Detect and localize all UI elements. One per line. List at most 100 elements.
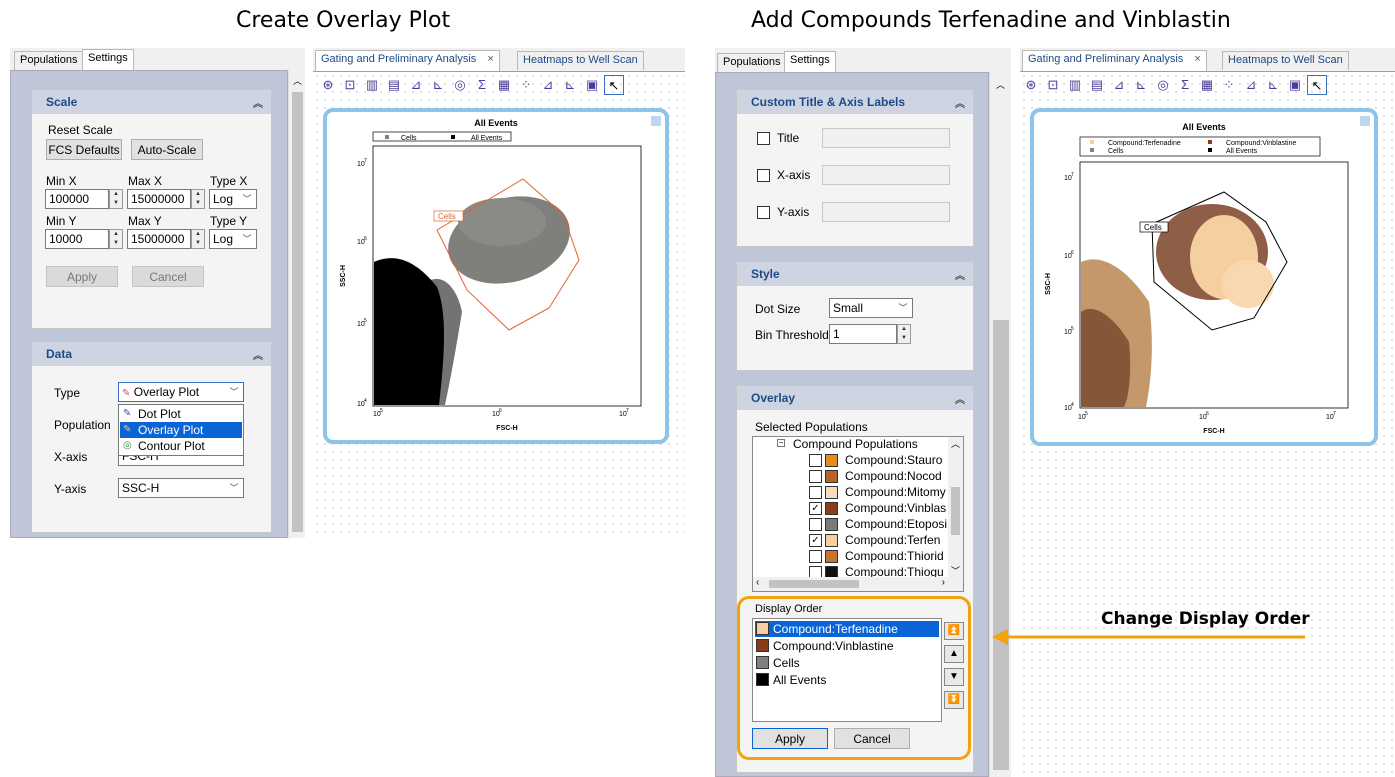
y-axis-checkbox[interactable]: [757, 206, 770, 219]
pointer-icon[interactable]: ↖: [604, 75, 624, 95]
multi-plot-icon[interactable]: ⊾: [1263, 75, 1283, 95]
tab-populations[interactable]: Populations: [14, 51, 84, 70]
bin-threshold-input[interactable]: 1: [829, 324, 897, 344]
scatter-plot-icon[interactable]: ⊿: [1109, 75, 1129, 95]
min-y-input[interactable]: 10000: [45, 229, 109, 249]
tree-item-checkbox[interactable]: ✓: [809, 534, 822, 547]
tab-gating-analysis[interactable]: Gating and Preliminary Analysis ×: [315, 50, 500, 71]
populations-icon[interactable]: ⊛: [1021, 75, 1041, 95]
close-icon[interactable]: ×: [487, 53, 493, 65]
histogram-icon[interactable]: ▥: [362, 75, 382, 95]
tab-heatmaps[interactable]: Heatmaps to Well Scan: [517, 51, 644, 70]
auto-scale-button[interactable]: Auto-Scale: [131, 139, 203, 160]
collapse-icon[interactable]: ︽: [253, 347, 263, 362]
scroll-up-icon[interactable]: ︿: [951, 437, 960, 450]
x-axis-input[interactable]: [822, 165, 950, 185]
sum-icon[interactable]: Σ: [1175, 75, 1195, 95]
close-icon[interactable]: ×: [1194, 53, 1200, 65]
title-input[interactable]: [822, 128, 950, 148]
table-icon[interactable]: ▣: [1285, 75, 1305, 95]
dot-size-select[interactable]: Small ﹀: [829, 298, 913, 318]
tree-item[interactable]: ✓ Compound:Terfen: [809, 533, 949, 549]
min-x-input[interactable]: 100000: [45, 189, 109, 209]
overlay-icon[interactable]: ⊿: [1241, 75, 1261, 95]
max-x-input[interactable]: 15000000: [127, 189, 191, 209]
gate-icon[interactable]: ⊡: [1043, 75, 1063, 95]
left-panel-scrollbar[interactable]: ︿: [288, 70, 305, 538]
tree-item-checkbox[interactable]: [809, 486, 822, 499]
overlay-header[interactable]: Overlay ︽: [737, 386, 973, 410]
tree-item[interactable]: Compound:Etoposi: [809, 517, 949, 533]
scale-apply-button[interactable]: Apply: [46, 266, 118, 287]
type-y-select[interactable]: Log ﹀: [209, 229, 257, 249]
tree-item-checkbox[interactable]: [809, 454, 822, 467]
scroll-left-icon[interactable]: ‹: [756, 577, 759, 588]
selected-populations-tree[interactable]: − Compound Populations Compound:Stauro Co…: [752, 436, 964, 592]
cluster-icon[interactable]: ⁘: [1219, 75, 1239, 95]
y-axis-input[interactable]: [822, 202, 950, 222]
heatmap-icon[interactable]: ▦: [1197, 75, 1217, 95]
sum-icon[interactable]: Σ: [472, 75, 492, 95]
scroll-down-icon[interactable]: ﹀: [951, 564, 960, 577]
pointer-icon[interactable]: ↖: [1307, 75, 1327, 95]
scroll-thumb[interactable]: [292, 92, 303, 532]
scroll-up-icon[interactable]: ︿: [293, 74, 302, 87]
dot-plot-icon[interactable]: ⊾: [1131, 75, 1151, 95]
tab-populations[interactable]: Populations: [717, 53, 787, 72]
min-x-spinner[interactable]: ▲ ▼: [109, 189, 123, 209]
custom-title-header[interactable]: Custom Title & Axis Labels ︽: [737, 90, 973, 114]
scroll-thumb[interactable]: [993, 320, 1009, 770]
contour-plot-icon[interactable]: ◎: [450, 75, 470, 95]
tab-settings[interactable]: Settings: [784, 51, 836, 72]
tree-item[interactable]: Compound:Nocod: [809, 469, 949, 485]
overlay-icon[interactable]: ⊿: [538, 75, 558, 95]
tree-hscroll-thumb[interactable]: [769, 580, 859, 588]
scroll-right-icon[interactable]: ›: [942, 577, 945, 588]
scroll-up-icon[interactable]: ︿: [996, 78, 1005, 91]
tree-scroll-thumb[interactable]: [951, 487, 960, 535]
max-y-spinner[interactable]: ▲ ▼: [191, 229, 205, 249]
left-plot-card[interactable]: All Events Cells All Events Cells 10 5 1…: [323, 108, 669, 444]
max-x-spinner[interactable]: ▲ ▼: [191, 189, 205, 209]
heatmap-icon[interactable]: ▦: [494, 75, 514, 95]
tree-item[interactable]: ✓ Compound:Vinblas: [809, 501, 949, 517]
table-icon[interactable]: ▣: [582, 75, 602, 95]
collapse-icon[interactable]: ︽: [955, 267, 965, 282]
bin-threshold-spinner[interactable]: ▲ ▼: [897, 324, 911, 344]
bar-chart-icon[interactable]: ▤: [1087, 75, 1107, 95]
tree-h-scrollbar[interactable]: ‹ ›: [753, 577, 963, 591]
multi-plot-icon[interactable]: ⊾: [560, 75, 580, 95]
collapse-icon[interactable]: ︽: [253, 95, 263, 110]
title-checkbox[interactable]: [757, 132, 770, 145]
tree-item[interactable]: Compound:Stauro: [809, 453, 949, 469]
right-plot-card[interactable]: All Events Compound:Terfenadine Compound…: [1030, 108, 1378, 446]
right-panel-scrollbar[interactable]: ︿: [989, 72, 1011, 777]
type-x-select[interactable]: Log ﹀: [209, 189, 257, 209]
bar-chart-icon[interactable]: ▤: [384, 75, 404, 95]
data-group-header[interactable]: Data ︽: [32, 342, 271, 366]
fcs-defaults-button[interactable]: FCS Defaults: [46, 139, 122, 160]
tree-item-checkbox[interactable]: ✓: [809, 502, 822, 515]
tab-gating-analysis[interactable]: Gating and Preliminary Analysis ×: [1022, 50, 1207, 71]
tree-collapse-icon[interactable]: −: [777, 439, 785, 447]
scale-group-header[interactable]: Scale ︽: [32, 90, 271, 114]
populations-icon[interactable]: ⊛: [318, 75, 338, 95]
contour-plot-icon[interactable]: ◎: [1153, 75, 1173, 95]
option-contour-plot[interactable]: ◎ Contour Plot: [120, 438, 242, 454]
tree-v-scrollbar[interactable]: ︿ ﹀: [948, 437, 963, 577]
max-y-input[interactable]: 15000000: [127, 229, 191, 249]
tab-heatmaps[interactable]: Heatmaps to Well Scan: [1222, 51, 1349, 70]
collapse-icon[interactable]: ︽: [955, 95, 965, 110]
scatter-plot-icon[interactable]: ⊿: [406, 75, 426, 95]
tab-settings[interactable]: Settings: [82, 49, 134, 70]
tree-item-checkbox[interactable]: [809, 550, 822, 563]
y-axis-select[interactable]: SSC-H ﹀: [118, 478, 244, 498]
gate-icon[interactable]: ⊡: [340, 75, 360, 95]
tree-item[interactable]: Compound:Thiorid: [809, 549, 949, 565]
dot-plot-icon[interactable]: ⊾: [428, 75, 448, 95]
option-dot-plot[interactable]: ✎ Dot Plot: [120, 406, 242, 422]
min-y-spinner[interactable]: ▲ ▼: [109, 229, 123, 249]
option-overlay-plot[interactable]: ✎ Overlay Plot: [120, 422, 242, 438]
scale-cancel-button[interactable]: Cancel: [132, 266, 204, 287]
collapse-icon[interactable]: ︽: [955, 391, 965, 406]
